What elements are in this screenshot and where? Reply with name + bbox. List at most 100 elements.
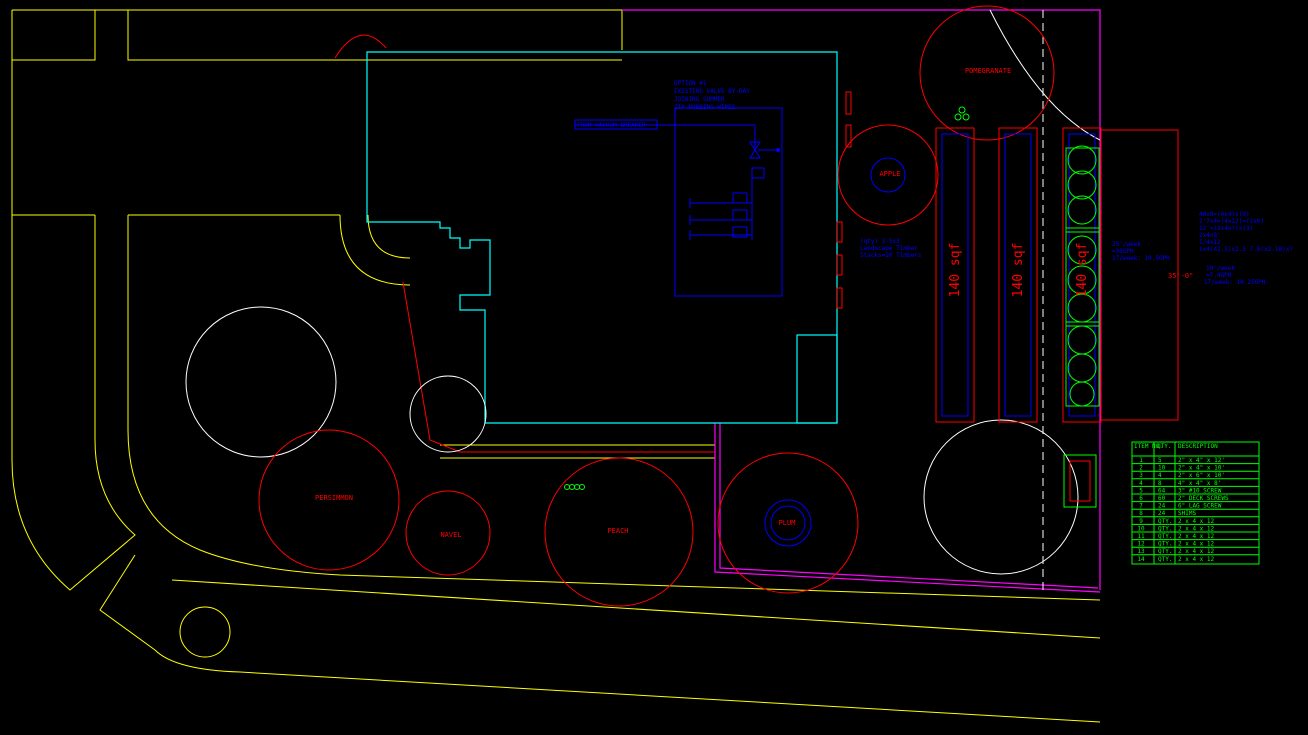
- table-cell: 2 x 4 x 12: [1178, 548, 1215, 555]
- table-cell: 2" x 6" x 10': [1178, 472, 1225, 479]
- planter-note-1: (qty) 3-5x3: [860, 238, 900, 245]
- table-cell: 24: [1158, 503, 1166, 510]
- irrigation-detail-box: [674, 107, 783, 297]
- proposed-trees: [258, 5, 1055, 607]
- building-openings: [836, 91, 852, 309]
- runtime-b-2: =7.4GPH: [1206, 272, 1232, 279]
- bed-note-5: 1/4x12: [1199, 239, 1221, 246]
- table-cell: 64: [1158, 487, 1166, 494]
- table-cell: QTY.: [1158, 533, 1172, 540]
- small-planter-frame: [1063, 454, 1097, 508]
- runtime-a-2: =36GPH: [1112, 248, 1134, 255]
- from-vacuum-breaker-label: FROM VACUUM BREAKER: [577, 122, 646, 129]
- table-cell: 4: [1158, 472, 1162, 479]
- table-cell: 6" LAG SCREW: [1178, 503, 1222, 510]
- table-cell: 7: [1139, 503, 1143, 510]
- building-porch: [796, 334, 838, 424]
- runtime-b-1: 10'/week: [1206, 265, 1235, 272]
- table-cell: 5: [1139, 487, 1143, 494]
- table-cell: 3: [1139, 472, 1143, 479]
- table-cell: 9: [1139, 518, 1143, 525]
- table-cell: QTY.: [1158, 548, 1172, 555]
- table-header-qty: QTY.: [1157, 443, 1171, 450]
- zone-valve-1: [732, 192, 748, 204]
- existing-tree-large-left: [185, 306, 337, 458]
- valve-dot: [776, 148, 780, 152]
- existing-tree-small: [409, 375, 487, 453]
- irrigation-detail: [574, 107, 783, 297]
- table-cell: 2 x 4 x 12: [1178, 556, 1215, 563]
- table-cell: 4" x 4" x 8': [1178, 480, 1221, 487]
- table-cell: 2 x 4 x 12: [1178, 541, 1215, 548]
- bed-dimension-label: 35'-0": [1168, 272, 1193, 280]
- table-cell: 8: [1158, 480, 1162, 487]
- navel-label: NAVEL: [440, 531, 461, 539]
- table-cell: 3" #10 SCREW: [1178, 487, 1222, 494]
- table-cell: 2" DECK SCREWS: [1178, 495, 1229, 502]
- tree-labels: POMEGRANATE APPLE PERSIMMON NAVEL PEACH …: [315, 67, 1011, 539]
- runtime-a-1: 25'/week: [1112, 241, 1141, 248]
- table-cell: 10: [1137, 525, 1145, 532]
- raised-beds: [935, 127, 1179, 508]
- table-header: ITEM NO. QTY. DESCRIPTION: [1134, 443, 1218, 450]
- cut-list-table: ITEM NO. QTY. DESCRIPTION 1 5 2" x 4" x 12…: [1131, 441, 1260, 565]
- peach-label: PEACH: [607, 527, 628, 535]
- irrigation-note-3: JOINING SUMMER: [674, 96, 725, 103]
- existing-arc-white: [989, 9, 1101, 141]
- bed-3-area-label: 140 sqf: [1075, 243, 1090, 298]
- table-cell: 60: [1158, 495, 1166, 502]
- table-cell: 2: [1139, 465, 1143, 472]
- bed-dimension-lines: [1101, 129, 1179, 421]
- existing-trees: [185, 306, 1079, 575]
- site-street-upper: [171, 579, 1101, 639]
- bed-2-area-label: 140 sqf: [1011, 243, 1026, 298]
- table-cell: 2 x 4 x 12: [1178, 533, 1215, 540]
- planter-note-2: Landscape Timber: [860, 245, 918, 252]
- zone-valve-2: [732, 209, 748, 221]
- table-cell: 5: [1158, 457, 1162, 464]
- table-cell: 1: [1139, 457, 1143, 464]
- plum-label: PLUM: [779, 519, 796, 527]
- runtime-a-3: 17/week: 10.5GPH: [1112, 255, 1170, 262]
- table-cell: 6: [1139, 495, 1143, 502]
- table-cell: 4: [1139, 480, 1143, 487]
- bed-note-6: 1x4(42.5)x2.5 7.8(x2.10)x?: [1199, 246, 1293, 253]
- table-cell: 2" x 4" x 10': [1178, 465, 1225, 472]
- site-plan-drawing: OPTION #1 EXISTING VALVE BY-DAY JOINING …: [11, 5, 1293, 723]
- irrigation-note-1: OPTION #1: [674, 80, 707, 87]
- planter-note-3: Stacks=20 Timbers: [860, 252, 922, 259]
- planter-notes: (qty) 3-5x3 Landscape Timber Stacks=20 T…: [860, 238, 922, 259]
- existing-tree-large-right: [923, 419, 1079, 575]
- bed-note-1: 40x0=(4x4)x(0): [1199, 211, 1250, 218]
- runtime-b-3: 17/week: 10.25GPH: [1204, 279, 1266, 286]
- table-cell: 14: [1137, 556, 1145, 563]
- table-cell: QTY.: [1158, 556, 1172, 563]
- plant-symbols: [564, 106, 970, 490]
- irrigation-note-2: EXISTING VALVE BY-DAY: [674, 88, 750, 95]
- site-curb-arc: [339, 214, 411, 286]
- drip-line-red: [402, 281, 715, 453]
- table-header-description: DESCRIPTION: [1178, 443, 1218, 450]
- table-cell: 12: [1137, 541, 1145, 548]
- site-path-left: [11, 60, 136, 591]
- table-cell: SHIMS: [1178, 510, 1196, 517]
- table-cell: QTY.: [1158, 541, 1172, 548]
- bed-1-area-label: 140 sqf: [948, 243, 963, 298]
- irrigation-note-4: ZIP RUBBING WIRES: [674, 104, 736, 111]
- table-cell: 2 x 4 x 12: [1178, 518, 1215, 525]
- irrigation-notes: OPTION #1 EXISTING VALVE BY-DAY JOINING …: [577, 80, 750, 129]
- small-red-arc: [334, 34, 387, 59]
- tree-inner-rings: [764, 157, 906, 547]
- bed-notes-right: 40x0=(4x4)x(0) 2'7x4=(4x12)=(2x0) 12'=(2…: [1112, 211, 1293, 286]
- table-cell: 2 x 4 x 12: [1178, 525, 1215, 532]
- table-cell: 2" x 4" x 12': [1178, 457, 1225, 464]
- table-cell: 10: [1158, 465, 1166, 472]
- bed-note-3: 12'=(2x4x?)x(3): [1199, 225, 1253, 232]
- table-cell: QTY.: [1158, 518, 1172, 525]
- bed-note-2: 2'7x4=(4x12)=(2x0): [1199, 218, 1264, 225]
- apple-label: APPLE: [879, 170, 900, 178]
- table-cell: QTY.: [1158, 525, 1172, 532]
- persimmon-label: PERSIMMON: [315, 494, 353, 502]
- pomegranate-label: POMEGRANATE: [965, 67, 1011, 75]
- table-cell: 13: [1137, 548, 1145, 555]
